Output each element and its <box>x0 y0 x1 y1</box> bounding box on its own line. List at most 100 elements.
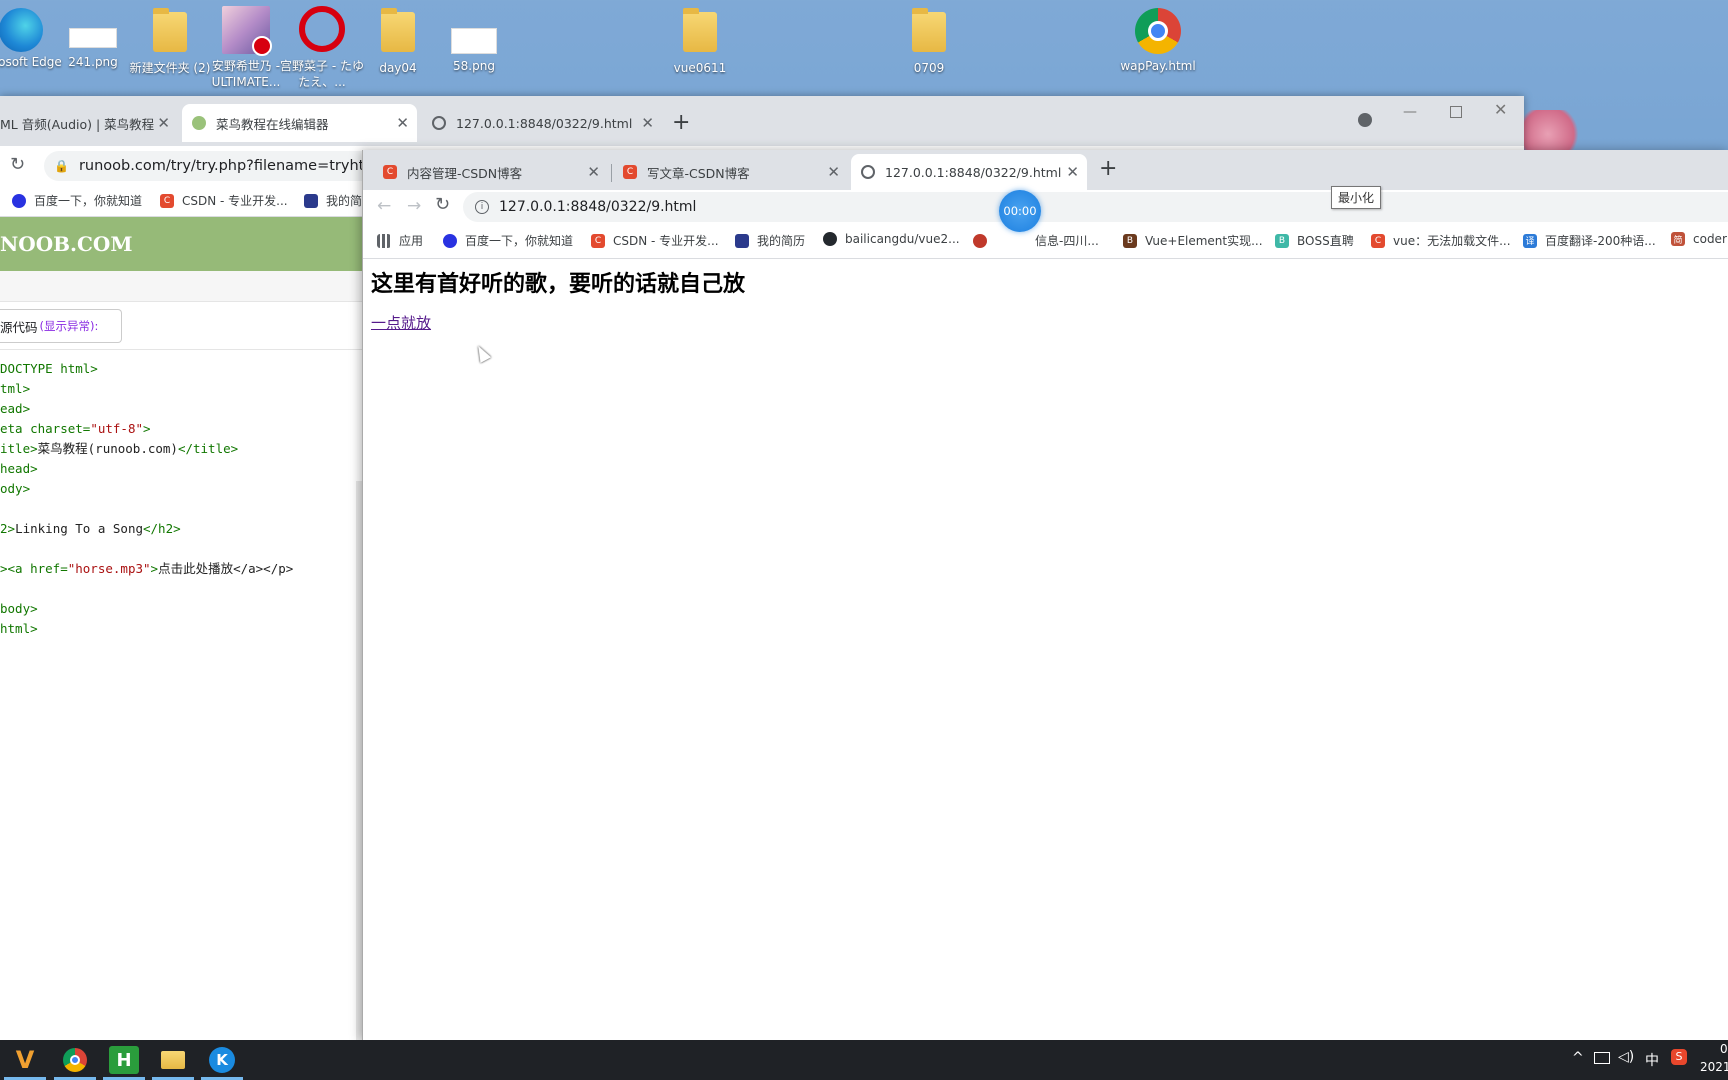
close-icon[interactable]: ✕ <box>157 114 170 132</box>
baidu-icon <box>12 193 26 208</box>
info-icon: i <box>475 200 489 214</box>
new-tab-button[interactable]: + <box>1099 156 1117 181</box>
volume-icon[interactable]: ◁) <box>1618 1049 1634 1065</box>
bookmark-vue-element[interactable]: B Vue+Element实现... <box>1123 232 1263 249</box>
url-text: 127.0.0.1:8848/0322/9.html <box>499 199 697 215</box>
desktop-icon-58png[interactable]: 58.png <box>431 14 517 74</box>
globe-icon <box>861 165 875 179</box>
front-tab-local[interactable]: 127.0.0.1:8848/0322/9.html ✕ <box>851 154 1087 190</box>
desktop-icon-label: 241.png <box>68 55 118 69</box>
translate-icon: 译 <box>1523 233 1537 248</box>
taskbar-kugou-icon[interactable]: K <box>207 1046 237 1074</box>
desktop-icon-vue0611[interactable]: vue0611 <box>657 8 743 76</box>
back-arrow-icon[interactable]: ← <box>377 196 391 216</box>
csdn-icon: C <box>591 233 605 248</box>
reload-icon[interactable]: ↻ <box>10 154 25 175</box>
ime-indicator[interactable]: 中 <box>1645 1050 1659 1070</box>
code-token: "utf-8" <box>90 421 143 436</box>
desktop-icon-wappay[interactable]: wapPay.html <box>1115 8 1201 74</box>
clock-time[interactable]: 0 <box>1720 1042 1728 1056</box>
recording-timer[interactable]: 00:00 <box>999 190 1041 232</box>
back-tab-audio[interactable]: ML 音频(Audio) | 菜鸟教程 ✕ <box>0 104 178 142</box>
desktop-icon-music-file[interactable]: 安野希世乃 - ULTIMATE... <box>203 6 289 90</box>
code-token: </h2> <box>143 521 181 536</box>
back-tab-local[interactable]: 127.0.0.1:8848/0322/9.html ✕ <box>422 104 662 142</box>
code-token: "horse.mp3" <box>67 561 151 576</box>
desktop-icon-day04[interactable]: day04 <box>355 8 441 76</box>
reload-icon[interactable]: ↻ <box>435 194 450 215</box>
desktop-icon-netease-song[interactable]: 宫野菜子 - たゆたえ、... <box>279 6 365 90</box>
timer-text: 00:00 <box>1003 204 1037 218</box>
desktop-icon-0709[interactable]: 0709 <box>886 8 972 76</box>
code-line: ody> <box>0 479 356 499</box>
code-lines: DOCTYPE html> tml> ead> eta charset="utf-8"… <box>0 357 356 639</box>
desktop-icon-241png[interactable]: 241.png <box>50 14 136 70</box>
bookmark-sichuan[interactable]: 信息-四川... <box>973 232 1099 249</box>
folder-icon <box>912 8 946 52</box>
front-browser-window[interactable]: C 内容管理-CSDN博客 ✕ C 写文章-CSDN博客 ✕ 127.0.0.1… <box>362 150 1728 1040</box>
close-icon[interactable]: ✕ <box>1066 163 1079 181</box>
back-tab-runoob-editor[interactable]: 菜鸟教程在线编辑器 ✕ <box>182 104 417 142</box>
bookmark-resume[interactable]: 我的简 <box>304 192 362 209</box>
front-tab-csdn-write[interactable]: C 写文章-CSDN博客 ✕ <box>613 154 848 190</box>
apps-grid-icon <box>377 233 391 248</box>
bookmark-label: Vue+Element实现... <box>1145 234 1263 248</box>
clock-date[interactable]: 2021 <box>1700 1060 1728 1074</box>
taskbar-chrome-icon[interactable] <box>60 1046 90 1074</box>
close-icon[interactable]: ✕ <box>827 163 840 181</box>
taskbar-vim-icon[interactable]: V <box>10 1046 40 1074</box>
new-tab-button[interactable]: + <box>672 110 690 135</box>
taskbar-hbuilder-icon[interactable]: H <box>109 1046 139 1074</box>
bookmark-csdn[interactable]: C CSDN - 专业开发... <box>591 232 719 249</box>
bookmark-coder[interactable]: 简 coder <box>1671 232 1727 246</box>
bookmark-vue-error[interactable]: Cvue：无法加载文件... <box>1371 232 1511 249</box>
close-icon[interactable]: ✕ <box>396 114 409 132</box>
code-token: DOCTYPE html> <box>0 361 98 376</box>
bookmark-apps[interactable]: 应用 <box>377 232 423 249</box>
code-token: 2> <box>0 521 16 536</box>
netease-music-icon <box>299 6 345 52</box>
forward-arrow-icon[interactable]: → <box>407 196 421 216</box>
close-icon[interactable]: ✕ <box>641 114 654 132</box>
bookmark-translate[interactable]: 译百度翻译-200种语... <box>1523 232 1656 249</box>
bookmark-resume[interactable]: 我的简历 <box>735 232 805 249</box>
code-token: > <box>143 421 151 436</box>
csdn-icon: C <box>623 165 637 179</box>
desktop-icon-label: 宫野菜子 - たゆたえ、... <box>280 59 364 89</box>
resume-icon <box>304 193 318 208</box>
sogou-icon[interactable]: S <box>1671 1049 1687 1065</box>
network-icon[interactable] <box>1594 1052 1610 1064</box>
desktop-icon-new-folder[interactable]: 新建文件夹 (2) <box>127 8 213 76</box>
bookmark-baidu[interactable]: 百度一下，你就知道 <box>12 192 142 209</box>
csdn-icon: C <box>1371 233 1385 248</box>
github-icon <box>823 232 837 246</box>
close-window-button[interactable]: ✕ <box>1494 100 1507 119</box>
bookmark-label: BOSS直聘 <box>1297 234 1354 248</box>
bookmark-github[interactable]: bailicangdu/vue2... <box>823 232 960 246</box>
runoob-page: NOOB.COM 源代码 (显示异常): DOCTYPE html> tml> ea… <box>0 217 362 1041</box>
close-icon[interactable]: ✕ <box>587 163 600 181</box>
code-token: 点击此处播放</a></p> <box>158 561 294 576</box>
bookmark-label: CSDN - 专业开发... <box>613 234 719 248</box>
bookmark-label: coder <box>1693 232 1727 246</box>
taskbar-explorer-icon[interactable] <box>158 1046 188 1074</box>
image-file-icon <box>451 28 497 54</box>
tab-label: 127.0.0.1:8848/0322/9.html <box>885 164 1062 180</box>
tray-chevron-up-icon[interactable]: ^ <box>1572 1050 1584 1066</box>
tab-search-icon[interactable] <box>1358 113 1372 127</box>
bookmark-baidu[interactable]: 百度一下，你就知道 <box>443 232 573 249</box>
play-link[interactable]: 一点就放 <box>371 312 431 333</box>
red-icon <box>973 233 987 248</box>
code-editor[interactable]: DOCTYPE html> tml> ead> eta charset="utf-8"… <box>0 357 356 1037</box>
bookmark-boss[interactable]: B BOSS直聘 <box>1275 232 1354 249</box>
front-address-bar[interactable]: i 127.0.0.1:8848/0322/9.html <box>463 192 1728 222</box>
code-token: </title> <box>177 441 239 456</box>
maximize-button[interactable] <box>1450 106 1462 118</box>
page-heading: 这里有首好听的歌，要听的话就自己放 <box>371 272 746 297</box>
code-line: 2>Linking To a Song</h2> <box>0 519 356 539</box>
minimize-button[interactable]: — <box>1403 104 1417 120</box>
front-tab-csdn-manage[interactable]: C 内容管理-CSDN博客 ✕ <box>373 154 608 190</box>
source-code-button[interactable]: 源代码 (显示异常): <box>0 309 122 343</box>
bookmark-csdn[interactable]: C CSDN - 专业开发... <box>160 192 288 209</box>
tab-label: 127.0.0.1:8848/0322/9.html <box>456 115 633 131</box>
